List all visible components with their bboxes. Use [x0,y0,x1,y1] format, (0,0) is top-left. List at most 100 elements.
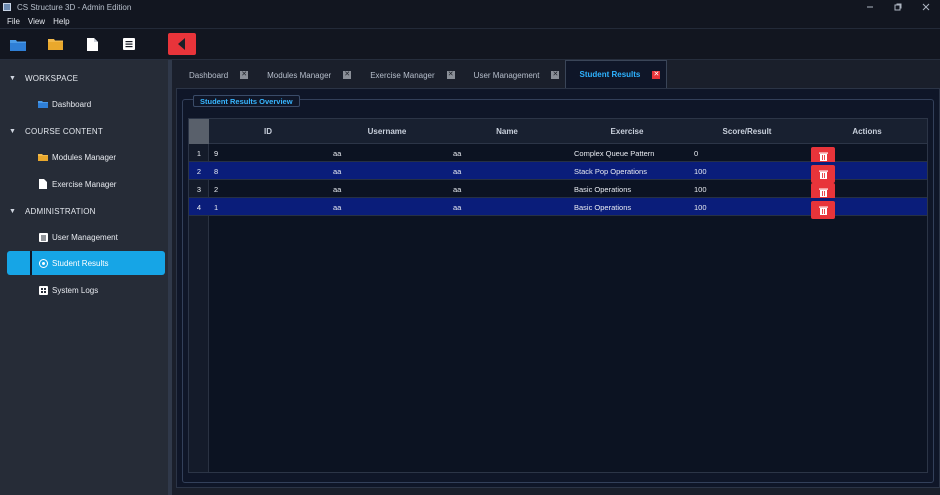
cell-username[interactable]: aa [333,198,341,216]
active-indicator [30,251,32,275]
delete-icon [818,170,828,179]
tab-label: Dashboard [189,70,229,80]
folder-blue-icon [10,39,26,51]
section-administration[interactable]: ▼ ADMINISTRATION [0,202,172,220]
new-document-button[interactable] [81,33,103,55]
sidebar-item-label: Student Results [52,258,109,268]
cell-username[interactable]: aa [333,180,341,198]
sidebar-item-dashboard[interactable]: Dashboard [7,92,165,116]
table-row[interactable]: 4 1 aa aa Basic Operations 100 [189,198,927,219]
delete-icon [818,152,828,161]
section-workspace[interactable]: ▼ WORKSPACE [0,69,172,87]
open-workspace-button[interactable] [7,33,29,55]
cell-id[interactable]: 8 [214,162,218,180]
menu-bar: File View Help [0,14,940,29]
title-bar: CS Structure 3D - Admin Edition [0,0,940,14]
cell-name[interactable]: aa [453,162,461,180]
tab-exercise-manager[interactable]: Exercise Manager ✕ [357,62,460,88]
cell-id[interactable]: 1 [214,198,218,216]
close-icon[interactable]: ✕ [343,71,352,79]
back-button[interactable] [168,33,196,55]
open-folder-button[interactable] [44,33,66,55]
menu-view[interactable]: View [24,17,49,26]
table-header: ID Username Name Exercise Score/Result A… [189,119,927,144]
close-icon[interactable]: ✕ [652,70,661,79]
sidebar-item-label: Dashboard [52,99,92,109]
section-course-content[interactable]: ▼ COURSE CONTENT [0,122,172,140]
table-row[interactable]: 1 9 aa aa Complex Queue Pattern 0 [189,144,927,165]
section-label: COURSE CONTENT [25,126,103,136]
close-icon [922,3,930,11]
cell-id[interactable]: 9 [214,144,218,162]
delete-button[interactable] [811,201,835,219]
chevron-down-icon: ▼ [9,74,16,82]
sidebar-item-modules-manager[interactable]: Modules Manager [7,145,165,169]
tab-label: Exercise Manager [370,70,435,80]
cell-score[interactable]: 0 [694,144,698,162]
list-icon [123,38,135,50]
cell-exercise[interactable]: Basic Operations [574,180,631,198]
sidebar-item-user-management[interactable]: User Management [7,225,165,249]
minimize-button[interactable] [856,0,884,14]
app-icon [3,3,11,11]
minimize-icon [867,6,873,8]
table-corner[interactable] [189,119,209,144]
cell-name[interactable]: aa [453,198,461,216]
menu-help[interactable]: Help [49,17,73,26]
cell-score[interactable]: 100 [694,162,707,180]
close-window-button[interactable] [912,0,940,14]
list-button[interactable] [118,33,140,55]
sidebar-item-label: User Management [52,232,118,242]
column-header-name[interactable]: Name [447,119,567,144]
close-icon[interactable]: ✕ [551,71,560,79]
cell-username[interactable]: aa [333,162,341,180]
delete-icon [818,206,828,215]
close-icon[interactable]: ✕ [240,71,249,79]
sidebar-item-student-results[interactable]: Student Results [7,251,165,275]
group-title: Student Results Overview [193,95,300,107]
document-icon [38,179,48,189]
cell-score[interactable]: 100 [694,198,707,216]
row-number[interactable]: 4 [189,198,209,216]
cell-exercise[interactable]: Complex Queue Pattern [574,144,654,162]
cell-username[interactable]: aa [333,144,341,162]
sidebar-item-exercise-manager[interactable]: Exercise Manager [7,172,165,196]
folder-blue-icon [38,99,48,109]
cell-name[interactable]: aa [453,180,461,198]
tab-user-management[interactable]: User Management ✕ [461,62,566,88]
column-header-exercise[interactable]: Exercise [567,119,687,144]
cell-name[interactable]: aa [453,144,461,162]
column-header-score[interactable]: Score/Result [687,119,807,144]
tab-student-results[interactable]: Student Results ✕ [565,60,668,88]
cell-score[interactable]: 100 [694,180,707,198]
sidebar-item-system-logs[interactable]: System Logs [7,278,165,302]
sidebar-item-label: Exercise Manager [52,179,117,189]
tab-label: User Management [473,70,540,80]
row-number[interactable]: 2 [189,162,209,180]
tab-dashboard[interactable]: Dashboard ✕ [176,62,254,88]
table-row[interactable]: 2 8 aa aa Stack Pop Operations 100 [189,162,927,183]
back-arrow-icon [178,38,185,50]
folder-icon [47,39,63,50]
results-icon [38,258,48,268]
tab-modules-manager[interactable]: Modules Manager ✕ [254,62,357,88]
user-list-icon [38,232,48,242]
chevron-down-icon: ▼ [9,207,16,215]
column-header-username[interactable]: Username [327,119,447,144]
cell-id[interactable]: 2 [214,180,218,198]
tab-bar: Dashboard ✕ Modules Manager ✕ Exercise M… [176,60,940,88]
table-row[interactable]: 3 2 aa aa Basic Operations 100 [189,180,927,201]
row-number[interactable]: 3 [189,180,209,198]
restore-button[interactable] [884,0,912,14]
cell-exercise[interactable]: Basic Operations [574,198,631,216]
section-label: ADMINISTRATION [25,206,96,216]
delete-icon [818,188,828,197]
column-header-actions[interactable]: Actions [807,119,927,144]
row-number[interactable]: 1 [189,144,209,162]
menu-file[interactable]: File [0,17,24,26]
cell-exercise[interactable]: Stack Pop Operations [574,162,647,180]
column-header-id[interactable]: ID [209,119,327,144]
chevron-down-icon: ▼ [9,127,16,135]
window-controls [856,0,940,14]
close-icon[interactable]: ✕ [446,71,455,79]
